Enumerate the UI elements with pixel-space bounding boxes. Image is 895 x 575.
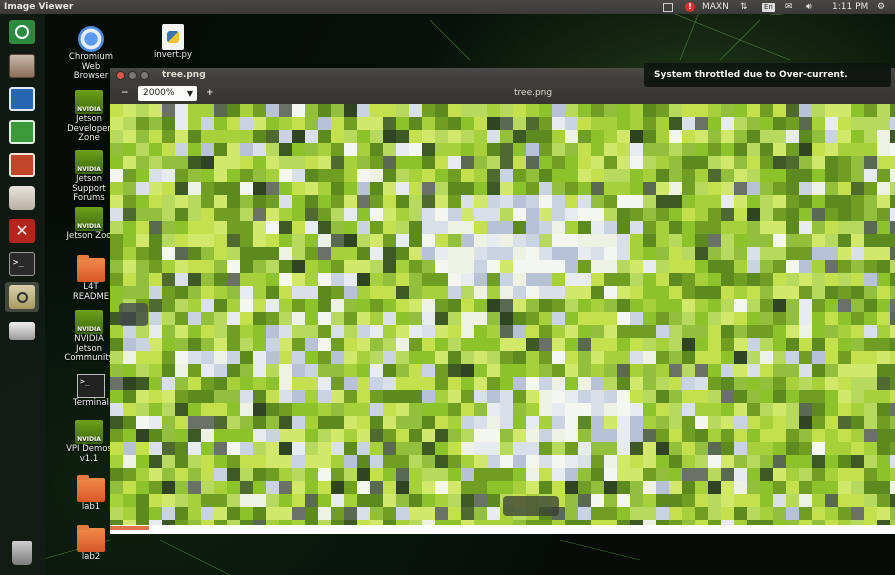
software-center-icon[interactable] (5, 183, 39, 213)
drive-icon[interactable] (5, 316, 39, 346)
nvidia-icon: NVIDIA (75, 90, 103, 114)
desktop-icon-nvidia-jetson-community[interactable]: NVIDIA NVIDIA Jetson Community (64, 310, 114, 364)
chevron-down-icon: ▼ (186, 89, 193, 98)
notification-bubble: System throttled due to Over-current. (644, 63, 891, 87)
nvidia-icon: NVIDIA (75, 207, 103, 231)
desktop-icon-label: invert.py (154, 50, 192, 60)
python-file-icon (162, 24, 184, 50)
desktop-icon-jetson-zoo[interactable]: NVIDIA Jetson Zoo (64, 207, 114, 242)
network-arrows-icon[interactable]: ⇅ (740, 0, 748, 14)
image-viewer-icon[interactable] (5, 282, 39, 312)
image-overlay-controls[interactable] (503, 496, 559, 516)
notification-text: System throttled due to Over-current. (654, 70, 848, 80)
terminal-icon[interactable]: >_ (5, 249, 39, 279)
folder-icon (77, 525, 105, 552)
window-title: tree.png (162, 70, 206, 80)
image-viewer-window: tree.png − 2000% ▼ + tree.png (110, 68, 895, 534)
zoom-value: 2000% (143, 88, 175, 98)
image-bottom-strip (110, 525, 895, 534)
ubuntu-logo-icon[interactable] (5, 17, 39, 47)
desktop-icon-label: Chromium Web Browser (68, 52, 114, 81)
alert-icon[interactable]: ! (685, 0, 695, 14)
desktop-icon-label: lab2 (81, 552, 101, 562)
nvidia-panel-icon[interactable] (663, 0, 673, 14)
files-icon[interactable] (5, 51, 39, 81)
maximize-button[interactable] (140, 71, 149, 80)
desktop-icon-jetson-developer-zone[interactable]: NVIDIA Jetson Developer Zone (64, 90, 114, 144)
volume-icon[interactable]: 🔊︎ (806, 0, 812, 14)
image-progress-bar (110, 526, 150, 530)
desktop-icon-l4t-readme[interactable]: L4T README (66, 255, 116, 302)
desktop-icon-invert-py[interactable]: invert.py (148, 24, 198, 61)
impress-icon[interactable] (5, 150, 39, 180)
top-panel: Image Viewer ! MAXN ⇅ En ✉ 🔊︎ 1:11 PM ⚙ (0, 0, 895, 14)
desktop-icon-label: Jetson Support Forums (72, 174, 106, 203)
terminal-icon: >_ (77, 374, 105, 398)
toolbar-filename: tree.png (514, 88, 553, 98)
calc-icon[interactable] (5, 117, 39, 147)
nvidia-icon: NVIDIA (75, 150, 103, 174)
desktop-icon-label: Jetson Developer Zone (67, 114, 111, 143)
desktop-icon-label: VPI Demos v1.1 (66, 444, 112, 464)
launcher: ✕ >_ (0, 14, 45, 575)
keyboard-indicator[interactable]: En (762, 0, 775, 14)
desktop-icon-label: Terminal (73, 398, 109, 408)
gear-icon[interactable]: ⚙ (877, 0, 885, 14)
keyboard-icon: En (762, 2, 775, 12)
image-canvas[interactable] (110, 104, 895, 525)
nvidia-icon: NVIDIA (75, 420, 103, 444)
desktop-icon-jetson-support-forums[interactable]: NVIDIA Jetson Support Forums (64, 150, 114, 204)
clock[interactable]: 1:11 PM (832, 0, 868, 14)
trash-icon[interactable] (5, 538, 39, 568)
desktop-icon-label: L4T README (72, 282, 110, 302)
zoom-select[interactable]: 2000% ▼ (138, 86, 197, 101)
power-mode-label[interactable]: MAXN (702, 0, 729, 14)
desktop-icon-label: lab1 (81, 502, 101, 512)
app-title: Image Viewer (4, 2, 74, 12)
prev-image-button[interactable] (119, 303, 148, 326)
minimize-button[interactable] (128, 71, 137, 80)
zoom-out-button[interactable]: − (121, 83, 129, 104)
desktop-icon-vpi-demos[interactable]: NVIDIA VPI Demos v1.1 (64, 420, 114, 464)
desktop-icon-chromium[interactable]: Chromium Web Browser (66, 26, 116, 82)
desktop-icon-lab1[interactable]: lab1 (66, 475, 116, 513)
zoom-in-button[interactable]: + (206, 83, 214, 104)
settings-icon[interactable]: ✕ (5, 216, 39, 246)
nvidia-icon: NVIDIA (75, 310, 103, 334)
desktop-icon-terminal[interactable]: >_ Terminal (66, 374, 116, 409)
folder-icon (77, 475, 105, 502)
folder-icon (77, 255, 105, 282)
chromium-icon (78, 26, 104, 52)
mail-icon[interactable]: ✉ (785, 0, 793, 14)
desktop-icon-label: Jetson Zoo (66, 231, 112, 241)
desktop-icon-label: NVIDIA Jetson Community (64, 334, 114, 363)
close-button[interactable] (116, 71, 125, 80)
desktop-icon-lab2[interactable]: lab2 (66, 525, 116, 563)
zoomed-image (110, 104, 895, 525)
writer-icon[interactable] (5, 84, 39, 114)
